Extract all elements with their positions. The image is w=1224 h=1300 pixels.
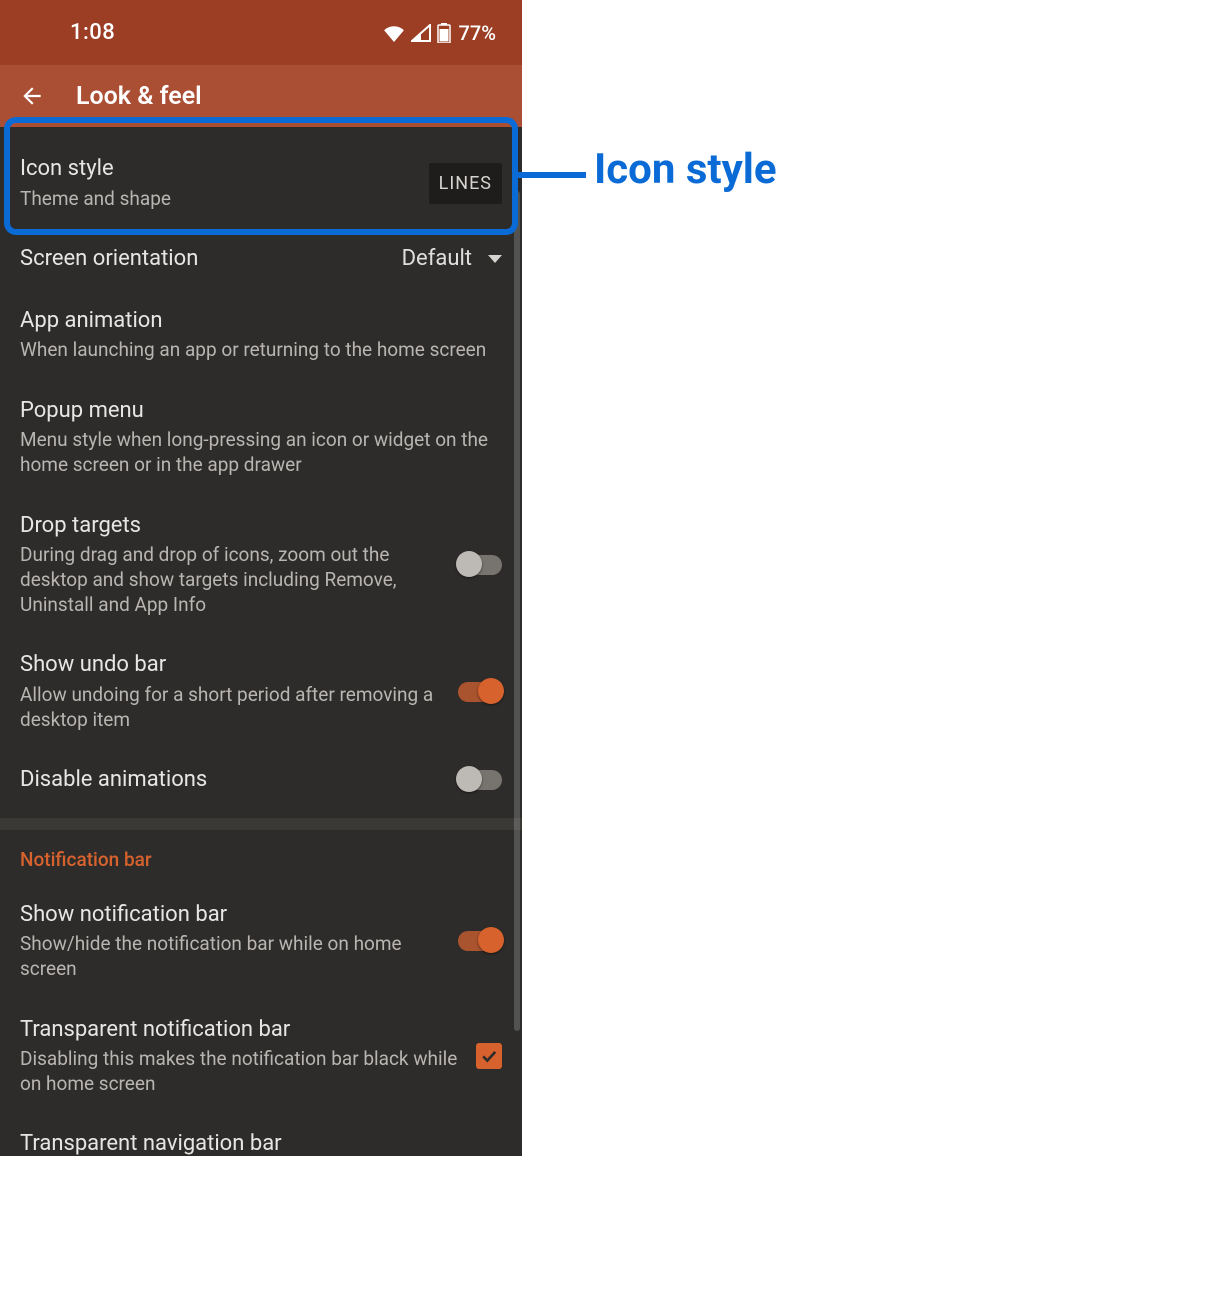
icon-style-chip: LINES [429, 163, 502, 204]
row-icon-style[interactable]: Icon style Theme and shape LINES [0, 127, 522, 241]
row-subtitle: Show/hide the notification bar while on … [20, 932, 444, 981]
back-button[interactable] [18, 82, 46, 110]
settings-list: Icon style Theme and shape LINES Screen … [0, 127, 522, 1156]
show-notification-bar-toggle[interactable] [458, 931, 502, 951]
row-title: Icon style [20, 155, 415, 183]
row-transparent-notification-bar[interactable]: Transparent notification bar Disabling t… [0, 1000, 522, 1115]
scrollbar-thumb[interactable] [514, 191, 520, 1031]
signal-icon [411, 24, 431, 42]
section-separator [0, 818, 522, 830]
status-time: 1:08 [70, 20, 115, 45]
page-title: Look & feel [76, 82, 202, 111]
phone-frame: 1:08 77% Look & feel [0, 0, 522, 1156]
row-show-undo[interactable]: Show undo bar Allow undoing for a short … [0, 635, 522, 750]
row-title: Disable animations [20, 766, 444, 794]
row-subtitle: Allow undoing for a short period after r… [20, 683, 444, 732]
row-app-animation[interactable]: App animation When launching an app or r… [0, 291, 522, 381]
row-transparent-navigation-bar[interactable]: Transparent navigation bar [0, 1114, 522, 1156]
row-subtitle: Theme and shape [20, 187, 415, 212]
annotation-connector [518, 172, 586, 178]
row-show-notification-bar[interactable]: Show notification bar Show/hide the noti… [0, 877, 522, 1000]
battery-icon [437, 23, 451, 43]
battery-percent: 77% [459, 21, 496, 45]
row-subtitle: Disabling this makes the notification ba… [20, 1047, 462, 1096]
status-right: 77% [383, 21, 496, 45]
row-screen-orientation[interactable]: Screen orientation Default [0, 241, 522, 291]
row-popup-menu[interactable]: Popup menu Menu style when long-pressing… [0, 381, 522, 496]
transparent-notification-checkbox[interactable] [476, 1043, 502, 1069]
row-title: Screen orientation [20, 245, 388, 273]
section-notification-bar: Notification bar [0, 830, 522, 877]
disable-animations-toggle[interactable] [458, 770, 502, 790]
row-title: Drop targets [20, 512, 444, 540]
row-drop-targets[interactable]: Drop targets During drag and drop of ico… [0, 496, 522, 636]
row-title: App animation [20, 307, 502, 335]
annotation-label: Icon style [594, 145, 777, 194]
row-subtitle: When launching an app or returning to th… [20, 338, 502, 363]
show-undo-toggle[interactable] [458, 682, 502, 702]
row-title: Transparent notification bar [20, 1016, 462, 1044]
row-title: Popup menu [20, 397, 502, 425]
row-title: Show notification bar [20, 901, 444, 929]
drop-targets-toggle[interactable] [458, 555, 502, 575]
row-title: Transparent navigation bar [20, 1130, 502, 1156]
status-bar: 1:08 77% [0, 0, 522, 65]
app-bar: Look & feel [0, 65, 522, 127]
row-title: Show undo bar [20, 651, 444, 679]
row-disable-animations[interactable]: Disable animations [0, 750, 522, 818]
row-subtitle: Menu style when long-pressing an icon or… [20, 428, 502, 477]
orientation-value: Default [402, 246, 472, 271]
chevron-down-icon [488, 255, 502, 263]
row-subtitle: During drag and drop of icons, zoom out … [20, 543, 444, 617]
wifi-icon [383, 24, 405, 42]
